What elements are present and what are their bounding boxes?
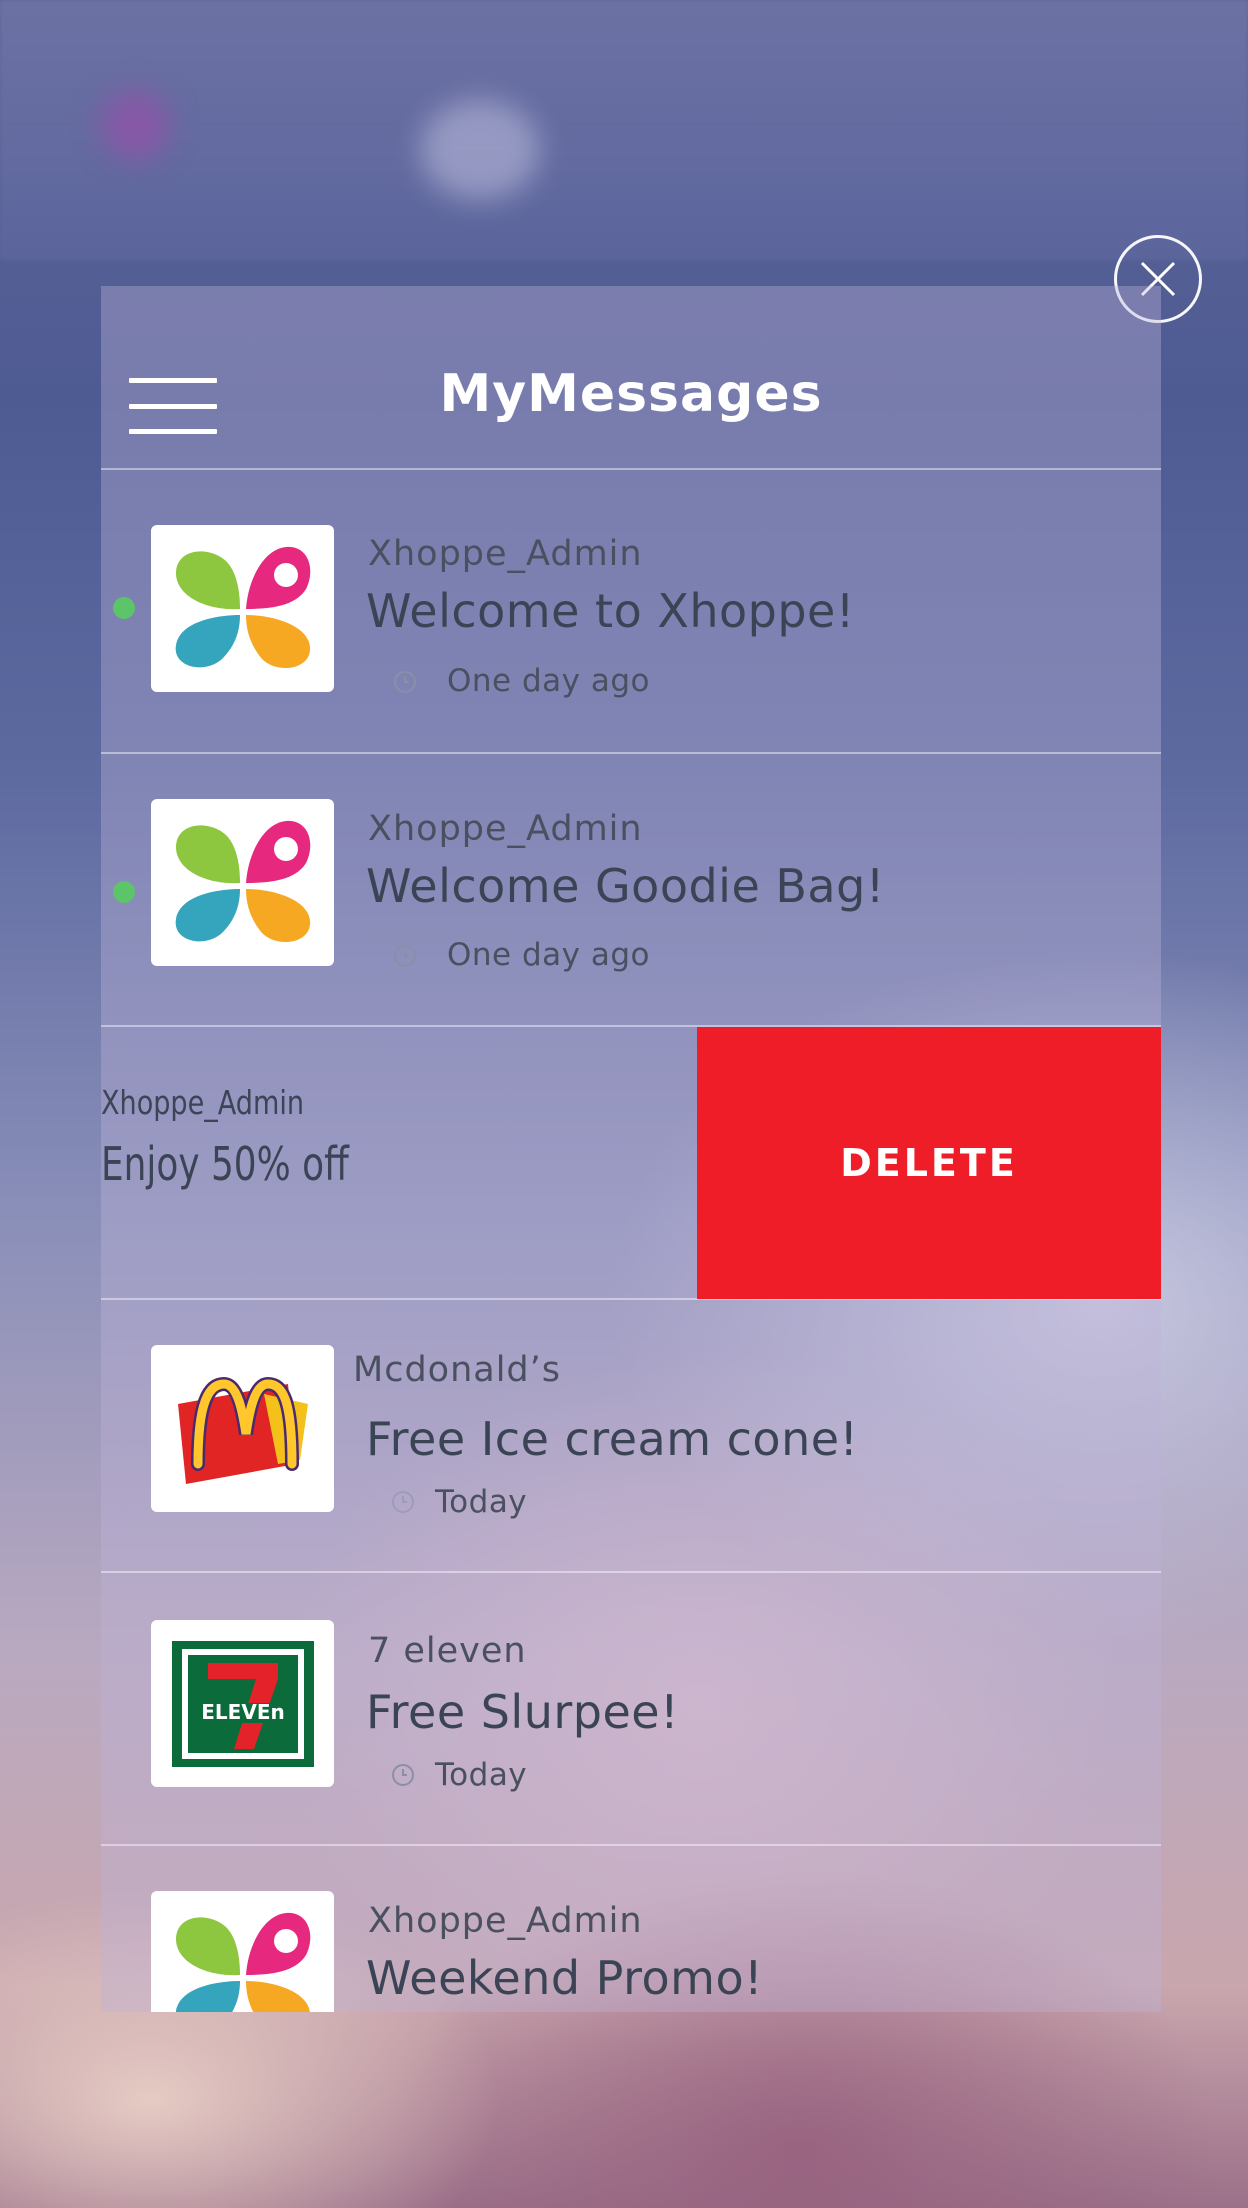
background-blur-accent bbox=[420, 100, 540, 200]
clock-icon bbox=[394, 945, 416, 967]
message-sender: Mcdonald’s bbox=[353, 1350, 562, 1390]
svg-text:ELEVEn: ELEVEn bbox=[201, 1700, 284, 1724]
message-row[interactable]: Mcdonald’s Free Ice cream cone! Today bbox=[101, 1300, 1161, 1573]
clock-icon bbox=[394, 671, 416, 693]
page-title: MyMessages bbox=[439, 364, 823, 424]
message-row[interactable]: Xhoppe_Admin Weekend Promo! bbox=[101, 1846, 1161, 2012]
xhoppe-logo-icon bbox=[175, 546, 310, 668]
message-row[interactable]: ELEVEn 7 eleven Free Slurpee! Today bbox=[101, 1573, 1161, 1846]
message-subject: Free Ice cream cone! bbox=[366, 1412, 859, 1466]
message-sender: Xhoppe_Admin bbox=[368, 809, 643, 849]
message-subject: Enjoy 50% off bbox=[101, 1137, 349, 1191]
hamburger-icon-bar bbox=[129, 429, 217, 434]
delete-button[interactable]: DELETE bbox=[697, 1027, 1161, 1299]
background-app-header bbox=[0, 0, 1248, 260]
sender-logo bbox=[151, 1891, 334, 2012]
message-time: Today bbox=[435, 1484, 528, 1520]
sender-logo: ELEVEn bbox=[151, 1620, 334, 1787]
background-blur-accent bbox=[100, 90, 170, 160]
message-subject: Welcome to Xhoppe! bbox=[366, 584, 855, 638]
swiped-message-content: Xhoppe_Admin Enjoy 50% off bbox=[101, 1027, 701, 1298]
message-subject: Free Slurpee! bbox=[366, 1685, 680, 1739]
message-subject: Weekend Promo! bbox=[366, 1951, 764, 2005]
unread-indicator bbox=[113, 881, 135, 903]
sender-logo bbox=[151, 799, 334, 966]
xhoppe-logo-icon bbox=[175, 1912, 310, 2012]
message-time: Today bbox=[435, 1757, 528, 1793]
message-sender: Xhoppe_Admin bbox=[368, 1901, 643, 1941]
message-row[interactable]: Xhoppe_Admin Welcome to Xhoppe! One day … bbox=[101, 470, 1161, 754]
message-time: One day ago bbox=[447, 663, 650, 699]
sender-logo bbox=[151, 1345, 334, 1512]
message-sender: Xhoppe_Admin bbox=[101, 1083, 305, 1122]
message-time: One day ago bbox=[447, 937, 650, 973]
clock-icon bbox=[392, 1491, 414, 1513]
sender-logo bbox=[151, 525, 334, 692]
message-sender: 7 eleven bbox=[368, 1631, 527, 1671]
clock-icon bbox=[392, 1764, 414, 1786]
unread-indicator bbox=[113, 597, 135, 619]
xhoppe-logo-icon bbox=[175, 820, 310, 942]
messages-panel: MyMessages Xhoppe_Admin Welcome to Xhopp… bbox=[101, 286, 1161, 2012]
message-row[interactable]: Xhoppe_Admin Welcome Goodie Bag! One day… bbox=[101, 754, 1161, 1027]
message-subject: Welcome Goodie Bag! bbox=[366, 859, 885, 913]
message-sender: Xhoppe_Admin bbox=[368, 534, 643, 574]
message-row-swiped[interactable]: Xhoppe_Admin Enjoy 50% off DELETE bbox=[101, 1027, 1161, 1300]
panel-header: MyMessages bbox=[101, 286, 1161, 470]
seven-eleven-logo-icon: ELEVEn bbox=[171, 1640, 314, 1767]
mcdonalds-logo-icon bbox=[177, 1376, 308, 1484]
